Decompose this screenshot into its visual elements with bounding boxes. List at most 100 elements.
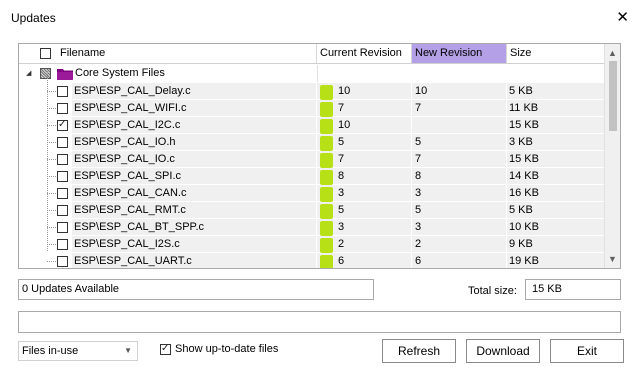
tree-connector [47,193,56,194]
current-revision-cell: 3 [317,219,411,236]
new-revision-cell[interactable]: 2 [412,236,506,253]
current-revision-cell: 8 [317,168,411,185]
size-cell: 16 KB [507,185,605,202]
select-all-checkbox[interactable] [40,48,51,59]
scroll-up-icon[interactable]: ▲ [608,48,617,58]
vertical-scrollbar[interactable]: ▲ ▼ [604,44,620,268]
status-indicator [320,204,333,219]
row-checkbox[interactable] [57,171,68,182]
table-row[interactable]: ESP\ESP_CAL_SPI.c 8 8 14 KB [19,168,605,185]
table-row[interactable]: ESP\ESP_CAL_CAN.c 3 3 16 KB [19,185,605,202]
current-revision-cell: 10 [317,117,411,134]
new-revision-cell[interactable]: 3 [412,185,506,202]
status-indicator [320,187,333,202]
new-revision-cell[interactable]: 8 [412,168,506,185]
tree-connector [47,108,56,109]
row-checkbox[interactable] [57,205,68,216]
row-checkbox[interactable] [57,188,68,199]
row-checkbox[interactable] [57,86,68,97]
row-checkbox[interactable] [57,222,68,233]
filename-cell: ESP\ESP_CAL_SPI.c [72,168,316,185]
files-filter-value: Files in-use [22,345,79,357]
size-cell: 19 KB [507,253,605,268]
group-checkbox[interactable] [40,68,51,79]
filename-cell: ESP\ESP_CAL_I2C.c [72,117,316,134]
table-row[interactable]: ESP\ESP_CAL_WIFI.c 7 7 11 KB [19,100,605,117]
table-row[interactable]: ESP\ESP_CAL_RMT.c 5 5 5 KB [19,202,605,219]
tree-connector [47,159,56,160]
new-revision-cell[interactable]: 5 [412,134,506,151]
size-cell: 5 KB [507,83,605,100]
current-revision-value: 3 [338,187,345,199]
show-uptodate-label[interactable]: Show up-to-date files [175,343,278,355]
status-indicator [320,238,333,253]
collapse-arrow-icon[interactable]: ◢ [26,65,31,82]
group-divider [317,65,318,82]
group-row-core-system-files[interactable]: ◢ Core System Files [19,65,605,82]
current-revision-value: 5 [338,136,345,148]
current-revision-value: 5 [338,204,345,216]
new-revision-cell[interactable]: 6 [412,253,506,268]
exit-button[interactable]: Exit [550,339,624,363]
row-checkbox[interactable] [57,103,68,114]
new-revision-cell[interactable]: 9▼ [412,117,506,134]
folder-icon [57,68,73,80]
size-cell: 11 KB [507,100,605,117]
current-revision-cell: 7 [317,100,411,117]
filename-cell: ESP\ESP_CAL_RMT.c [72,202,316,219]
table-row[interactable]: ESP\ESP_CAL_I2C.c 10 9▼15 KB [19,117,605,134]
row-checkbox[interactable] [57,154,68,165]
status-indicator [320,136,333,151]
refresh-button[interactable]: Refresh [382,339,456,363]
table-row[interactable]: ESP\ESP_CAL_IO.h 5 5 3 KB [19,134,605,151]
table-row[interactable]: ESP\ESP_CAL_BT_SPP.c 3 3 10 KB [19,219,605,236]
scroll-thumb[interactable] [609,61,617,131]
current-revision-cell: 2 [317,236,411,253]
new-revision-cell[interactable]: 7 [412,151,506,168]
total-size-value: 15 KB [532,283,562,295]
updates-grid[interactable]: Filename Current Revision New Revision S… [18,43,621,269]
row-checkbox[interactable] [57,256,68,267]
filename-cell: ESP\ESP_CAL_I2S.c [72,236,316,253]
row-checkbox[interactable] [57,118,68,131]
size-cell: 10 KB [507,219,605,236]
new-revision-cell[interactable]: 5 [412,202,506,219]
status-indicator [320,102,333,117]
status-indicator [320,85,333,100]
status-indicator [320,119,333,134]
current-revision-value: 2 [338,238,345,250]
new-revision-cell[interactable]: 3 [412,219,506,236]
total-size-label: Total size: [468,285,517,297]
show-uptodate-checkbox[interactable] [160,342,171,355]
column-header-size[interactable]: Size [507,44,605,63]
column-header-filename[interactable]: Filename [57,44,317,63]
row-checkbox[interactable] [57,239,68,250]
group-label: Core System Files [75,67,165,79]
size-cell: 9 KB [507,236,605,253]
current-revision-value: 3 [338,221,345,233]
current-revision-value: 8 [338,170,345,182]
close-icon[interactable]: ✕ [616,10,629,25]
row-checkbox[interactable] [57,137,68,148]
filename-cell: ESP\ESP_CAL_UART.c [72,253,316,268]
size-cell: 15 KB [507,117,605,134]
table-row[interactable]: ESP\ESP_CAL_I2S.c 2 2 9 KB [19,236,605,253]
filename-cell: ESP\ESP_CAL_IO.h [72,134,316,151]
download-button[interactable]: Download [466,339,540,363]
column-header-new-revision[interactable]: New Revision [412,44,507,63]
filename-cell: ESP\ESP_CAL_BT_SPP.c [72,219,316,236]
new-revision-cell[interactable]: 10 [412,83,506,100]
tree-connector [47,227,56,228]
files-filter-dropdown[interactable]: Files in-use ▼ [18,341,138,361]
current-revision-value: 10 [338,119,351,131]
column-header-current-revision[interactable]: Current Revision [317,44,412,63]
size-cell: 15 KB [507,151,605,168]
filename-cell: ESP\ESP_CAL_WIFI.c [72,100,316,117]
scroll-down-icon[interactable]: ▼ [608,254,617,264]
new-revision-cell[interactable]: 7 [412,100,506,117]
filename-cell: ESP\ESP_CAL_Delay.c [72,83,316,100]
table-row[interactable]: ESP\ESP_CAL_Delay.c 10 10 5 KB [19,83,605,100]
table-row[interactable]: ESP\ESP_CAL_IO.c 7 7 15 KB [19,151,605,168]
table-row[interactable]: ESP\ESP_CAL_UART.c 6 6 19 KB [19,253,605,268]
current-revision-value: 6 [338,255,345,267]
